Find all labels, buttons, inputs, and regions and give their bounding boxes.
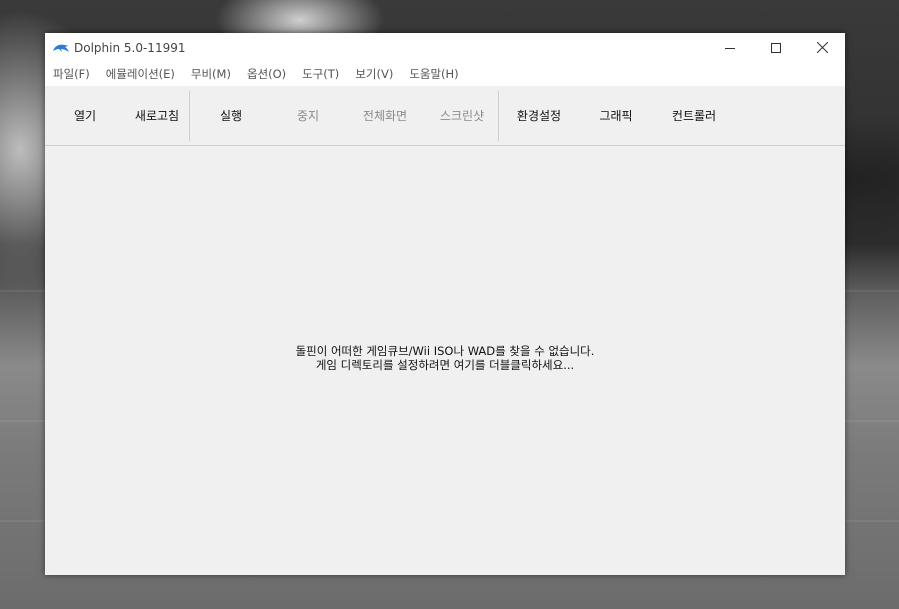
fullscreen-button[interactable]: 전체화면: [344, 86, 426, 145]
maximize-button[interactable]: [753, 33, 799, 62]
window-controls: [707, 33, 845, 62]
close-button[interactable]: [799, 33, 845, 62]
menu-movie[interactable]: 무비(M): [183, 66, 239, 82]
open-button[interactable]: 열기: [45, 86, 125, 145]
screenshot-button[interactable]: 스크린샷: [426, 86, 498, 145]
menu-help[interactable]: 도움말(H): [401, 66, 466, 82]
dolphin-icon: [52, 40, 72, 56]
game-list[interactable]: 돌핀이 어떠한 게임큐브/Wii ISO나 WAD를 찾을 수 없습니다. 게임…: [45, 146, 845, 575]
menu-file[interactable]: 파일(F): [45, 66, 98, 82]
toolbar: 열기 새로고침 실행 중지 전체화면 스크린샷 환경설정 그래픽 컨트롤러: [45, 86, 845, 146]
refresh-button[interactable]: 새로고침: [125, 86, 189, 145]
maximize-icon: [771, 38, 781, 57]
empty-game-list-message[interactable]: 돌핀이 어떠한 게임큐브/Wii ISO나 WAD를 찾을 수 없습니다. 게임…: [45, 344, 845, 372]
menu-view[interactable]: 보기(V): [347, 66, 401, 82]
stop-button[interactable]: 중지: [272, 86, 344, 145]
minimize-button[interactable]: [707, 33, 753, 62]
empty-message-line-2: 게임 디렉토리를 설정하려면 여기를 더블클릭하세요...: [315, 358, 575, 372]
window-title: Dolphin 5.0-11991: [74, 40, 186, 55]
graphics-button[interactable]: 그래픽: [579, 86, 653, 145]
config-button[interactable]: 환경설정: [499, 86, 579, 145]
close-icon: [816, 38, 828, 57]
title-bar[interactable]: Dolphin 5.0-11991: [45, 33, 845, 62]
empty-message-line-1: 돌핀이 어떠한 게임큐브/Wii ISO나 WAD를 찾을 수 없습니다.: [295, 344, 595, 358]
minimize-icon: [725, 38, 735, 57]
dolphin-window: Dolphin 5.0-11991 파일(F) 에뮬레이션(E) 무비(M) 옵…: [45, 33, 845, 575]
controllers-button[interactable]: 컨트롤러: [653, 86, 735, 145]
menu-options[interactable]: 옵션(O): [239, 66, 294, 82]
menu-bar: 파일(F) 에뮬레이션(E) 무비(M) 옵션(O) 도구(T) 보기(V) 도…: [45, 62, 845, 86]
menu-emulation[interactable]: 에뮬레이션(E): [98, 66, 183, 82]
menu-tools[interactable]: 도구(T): [294, 66, 347, 82]
play-button[interactable]: 실행: [190, 86, 272, 145]
